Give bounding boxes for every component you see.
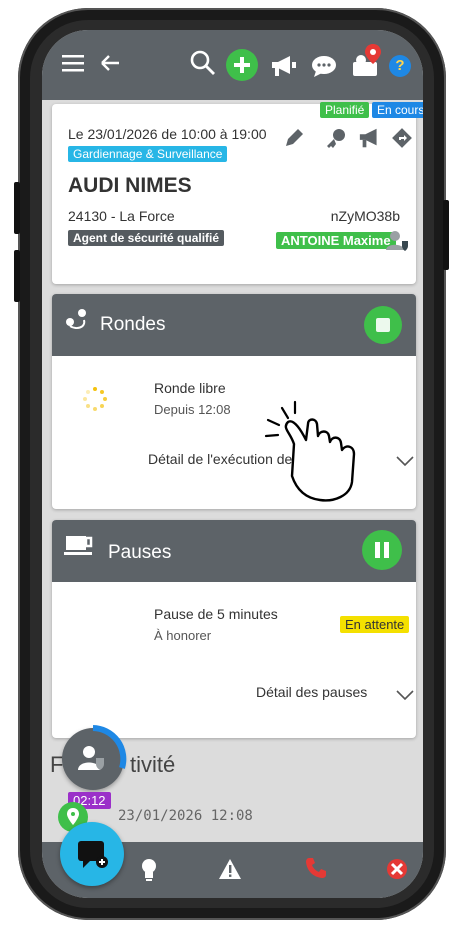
pauses-title: Pauses (108, 542, 172, 563)
pause-item-title: Pause de 5 minutes (154, 606, 278, 622)
pause-button[interactable] (362, 530, 402, 570)
rounds-header: Rondes (52, 294, 416, 356)
pause-status-badge: En attente (340, 616, 410, 633)
category-badge: Gardiennage & Surveillance (68, 146, 228, 162)
rounds-title: Rondes (100, 314, 166, 335)
directions-icon[interactable] (392, 128, 412, 153)
mission-schedule: Le 23/01/2026 de 10:00 à 19:00 (68, 126, 267, 142)
client-name: AUDI NIMES (68, 174, 192, 197)
volume-down-button (14, 250, 20, 302)
key-icon[interactable] (324, 126, 348, 155)
tap-hand-icon (262, 398, 378, 507)
stop-icon (376, 318, 390, 332)
phone-call-icon[interactable] (304, 856, 328, 885)
pause-item-sub: À honorer (154, 628, 212, 643)
back-arrow-icon[interactable] (98, 52, 122, 79)
activity-title-end: tivité (130, 752, 176, 777)
pauses-header: Pauses (52, 520, 416, 582)
status-badge-planned: Planifié (320, 102, 370, 118)
stop-round-button[interactable] (364, 306, 402, 344)
mission-location: 24130 - La Force (68, 208, 175, 224)
role-badge: Agent de sécurité qualifié (68, 230, 225, 246)
help-icon[interactable]: ? (389, 55, 411, 77)
round-item-title: Ronde libre (154, 380, 226, 396)
lightbulb-icon[interactable] (140, 858, 158, 887)
pen-icon[interactable] (282, 126, 306, 155)
megaphone-icon[interactable] (270, 54, 298, 83)
activity-entry-date: 23/01/2026 12:08 (118, 808, 253, 824)
top-bar: ? (42, 30, 423, 100)
coffee-cup-icon (64, 532, 94, 563)
help-label: ? (395, 57, 405, 74)
pauses-card: Pauses Pause de 5 minutes À honorer En a… (52, 520, 416, 738)
mission-card[interactable]: Planifié En cours Le 23/01/2026 de 10:00… (52, 102, 423, 284)
agent-shield-icon (386, 230, 410, 257)
chevron-down-icon[interactable] (396, 688, 414, 706)
chevron-down-icon[interactable] (396, 454, 414, 472)
megaphone-icon[interactable] (358, 126, 384, 155)
power-button (443, 200, 449, 270)
pause-icon (375, 542, 389, 558)
agent-status-button[interactable] (62, 725, 127, 790)
round-item-since: Depuis 12:08 (154, 402, 231, 417)
sos-close-icon[interactable] (386, 858, 408, 885)
menu-icon[interactable] (62, 52, 86, 78)
mission-code: nZyMO38b (330, 208, 400, 224)
route-icon (64, 308, 90, 337)
agent-shield-icon (78, 746, 104, 770)
report-fab-button[interactable] (60, 822, 124, 886)
chat-icon[interactable] (310, 54, 338, 83)
warning-icon[interactable] (218, 858, 242, 885)
new-report-icon (78, 841, 108, 868)
pauses-detail-link[interactable]: Détail des pauses (256, 684, 367, 700)
search-icon[interactable] (190, 50, 216, 81)
status-badge-in-progress: En cours (372, 102, 423, 118)
loading-spinner-icon (82, 386, 108, 417)
plus-icon (234, 57, 250, 73)
agent-badge[interactable]: ANTOINE Maxime (276, 232, 396, 249)
volume-up-button (14, 182, 20, 234)
agents-location-icon[interactable] (347, 42, 387, 87)
add-button[interactable] (226, 49, 258, 81)
